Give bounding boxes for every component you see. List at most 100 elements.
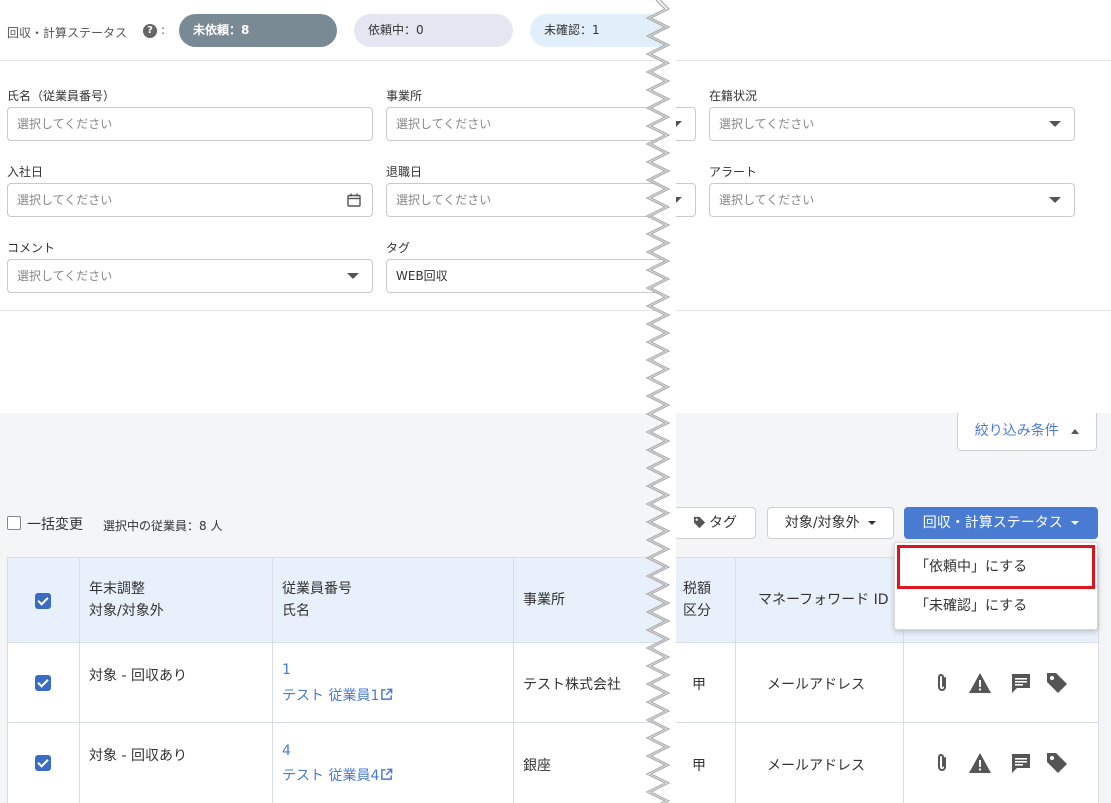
placeholder: 選択してください	[17, 269, 113, 283]
chevron-down-icon	[1049, 121, 1061, 127]
tag-button-label: タグ	[709, 515, 737, 531]
header-mf-id: マネーフォワード ID	[758, 592, 889, 608]
header-line: 対象/対象外	[89, 603, 164, 619]
status-pill-label: 未確認：1	[544, 23, 600, 37]
leave-date-label: 退職日	[386, 165, 423, 179]
chevron-up-icon	[1071, 428, 1080, 434]
menu-item-label: 「依頼中」にする	[915, 559, 1028, 575]
row-office: 銀座	[523, 758, 551, 774]
status-button-label: 回収・計算ステータス	[922, 515, 1063, 531]
filter-toggle-button[interactable]: 絞り込み条件	[957, 413, 1097, 451]
tag-icon[interactable]	[1046, 752, 1068, 774]
header-line: 氏名	[282, 603, 310, 619]
employee-name: テスト 従業員4	[282, 768, 380, 784]
header-line: 従業員番号	[282, 581, 352, 597]
menu-item-set-requesting[interactable]: 「依頼中」にする	[897, 545, 1095, 589]
column-divider	[513, 558, 514, 803]
column-divider	[272, 558, 273, 803]
header-line: 区分	[683, 603, 711, 619]
row-mf-id: メールアドレス	[767, 677, 865, 693]
row-office: テスト株式会社	[523, 677, 621, 693]
calendar-icon[interactable]	[347, 193, 361, 207]
placeholder: 選択してください	[396, 193, 492, 207]
employee-number-link[interactable]: 1	[282, 662, 291, 678]
tag-value: WEB回収	[396, 269, 448, 283]
placeholder: 選択してください	[17, 193, 113, 207]
employee-name-link[interactable]: テスト 従業員4	[282, 765, 393, 785]
row-divider	[8, 642, 1098, 643]
help-icon[interactable]: ?	[143, 24, 157, 38]
row-checkbox[interactable]	[35, 755, 51, 771]
header-line: 年末調整	[89, 581, 145, 597]
status-pill-label: 依頼中：0	[368, 23, 424, 37]
comment-icon[interactable]	[1010, 752, 1032, 774]
name-filter-label: 氏名（従業員番号）	[7, 89, 116, 103]
external-link-icon	[381, 768, 393, 780]
row-tax: 甲	[692, 758, 706, 774]
tag-filter-label: タグ	[386, 241, 411, 255]
header-adjust: 年末調整 対象/対象外	[89, 578, 164, 622]
office-filter-label: 事業所	[386, 89, 423, 103]
comment-filter-select[interactable]: 選択してください	[7, 259, 373, 293]
header-tax: 税額 区分	[683, 578, 711, 622]
status-colon: :	[161, 23, 166, 37]
hire-date-input[interactable]: 選択してください	[7, 183, 373, 217]
external-link-icon	[381, 688, 393, 700]
target-button-label: 対象/対象外	[784, 515, 860, 531]
status-dropdown-button[interactable]: 回収・計算ステータス	[904, 507, 1098, 539]
row-checkbox[interactable]	[35, 675, 51, 691]
placeholder: 選択してください	[17, 117, 113, 131]
divider	[0, 60, 1111, 61]
status-label: 回収・計算ステータス	[7, 26, 128, 40]
select-all-checkbox[interactable]	[35, 593, 51, 609]
status-pill-requesting[interactable]: 依頼中：0	[354, 14, 513, 47]
filter-toggle-label: 絞り込み条件	[974, 423, 1059, 439]
caret-down-icon	[868, 521, 877, 525]
target-button[interactable]: 対象/対象外	[767, 507, 894, 539]
row-tax: 甲	[692, 677, 706, 693]
employee-number-link[interactable]: 4	[282, 743, 291, 759]
menu-item-set-unconfirmed[interactable]: 「未確認」にする	[897, 593, 1095, 623]
comment-icon[interactable]	[1010, 672, 1032, 694]
bulk-change-checkbox[interactable]	[7, 516, 21, 530]
header-office: 事業所	[523, 592, 565, 608]
tag-filter-input[interactable]: WEB回収	[386, 259, 666, 293]
tag-icon[interactable]	[1046, 672, 1068, 694]
row-adjust: 対象 - 回収あり	[89, 748, 187, 764]
status-pill-unrequested[interactable]: 未依頼：8	[179, 14, 337, 47]
caret-down-icon	[1071, 521, 1080, 525]
alert-filter-select[interactable]: 選択してください	[709, 183, 1075, 217]
row-divider	[8, 722, 1098, 723]
torn-edge	[645, 0, 676, 803]
tag-button[interactable]: タグ	[674, 507, 756, 539]
warning-icon[interactable]	[968, 752, 992, 774]
name-filter-input[interactable]: 選択してください	[7, 107, 373, 141]
warning-icon[interactable]	[968, 672, 992, 694]
selected-count: 選択中の従業員：8 人	[103, 519, 223, 533]
enrollment-filter-label: 在籍状況	[709, 89, 758, 103]
row-mf-id: メールアドレス	[767, 758, 865, 774]
chevron-down-icon	[1049, 197, 1061, 203]
divider	[0, 310, 1111, 311]
chevron-down-icon	[347, 273, 359, 279]
employee-name-link[interactable]: テスト 従業員1	[282, 685, 393, 705]
header-employee: 従業員番号 氏名	[282, 578, 352, 622]
alert-filter-label: アラート	[709, 165, 758, 179]
column-divider	[735, 558, 736, 803]
enrollment-filter-select[interactable]: 選択してください	[709, 107, 1075, 141]
placeholder: 選択してください	[396, 117, 492, 131]
placeholder: 選択してください	[719, 193, 815, 207]
bulk-change-label: 一括変更	[27, 517, 83, 533]
paperclip-icon[interactable]	[934, 752, 950, 774]
header-line: 税額	[683, 581, 711, 597]
tag-icon	[693, 516, 706, 529]
column-divider	[79, 558, 80, 803]
menu-item-label: 「未確認」にする	[915, 598, 1028, 614]
paperclip-icon[interactable]	[934, 672, 950, 694]
row-adjust: 対象 - 回収あり	[89, 668, 187, 684]
placeholder: 選択してください	[719, 117, 815, 131]
status-dropdown-menu: 「依頼中」にする 「未確認」にする	[894, 542, 1098, 630]
status-pill-label: 未依頼：8	[193, 23, 250, 37]
employee-name: テスト 従業員1	[282, 688, 380, 704]
comment-filter-label: コメント	[7, 241, 56, 255]
